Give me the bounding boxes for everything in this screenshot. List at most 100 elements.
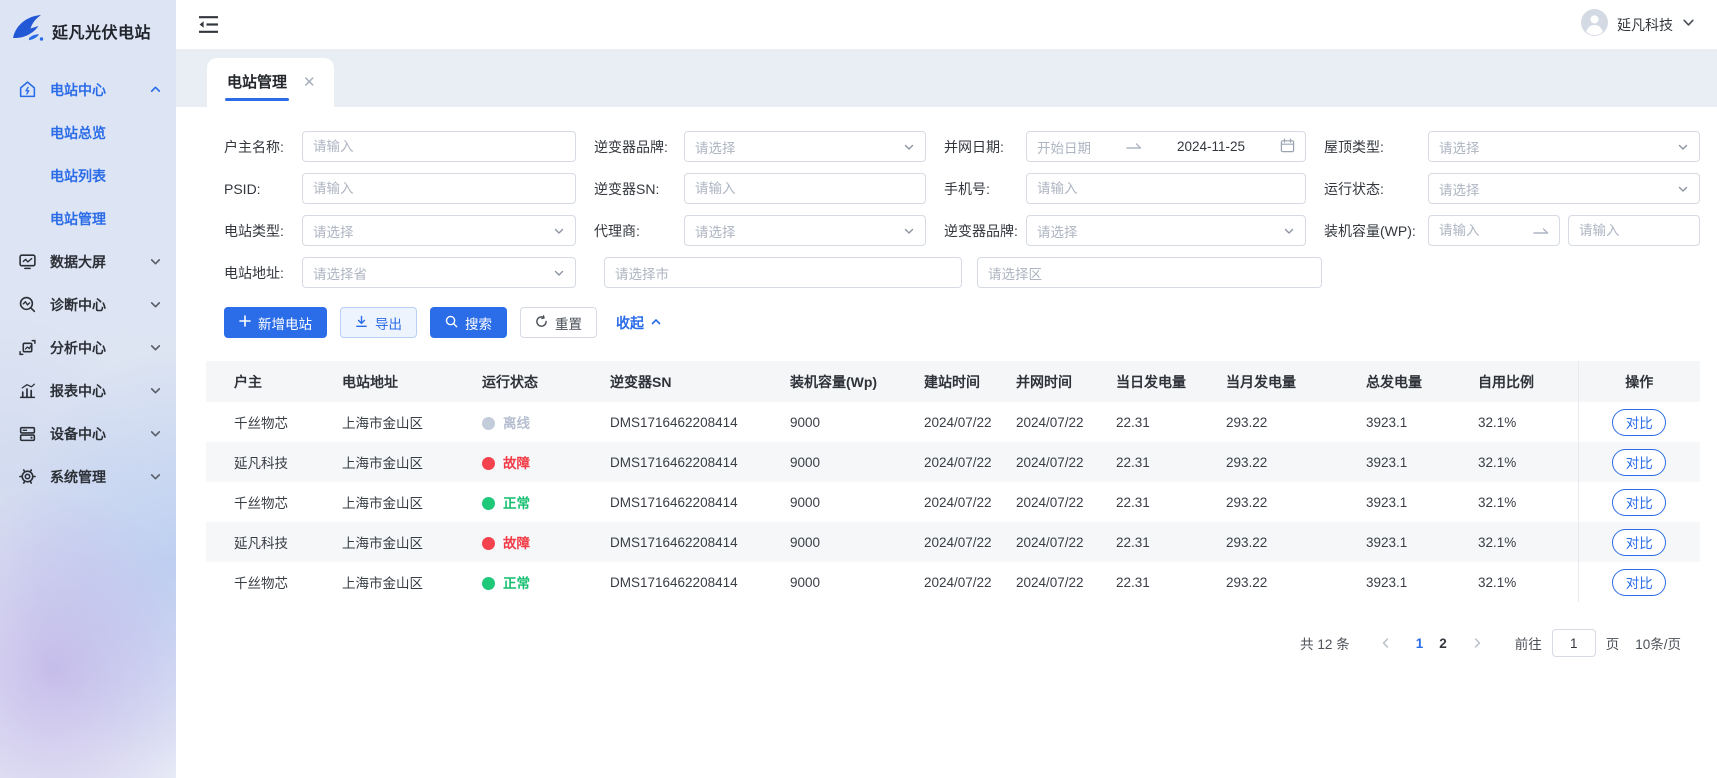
compare-button[interactable]: 对比 bbox=[1612, 569, 1666, 596]
analysis-icon bbox=[18, 338, 38, 357]
page-unit-label: 页 bbox=[1606, 633, 1620, 653]
sidebar-item-report-center[interactable]: 报表中心 bbox=[0, 369, 176, 412]
search-button[interactable]: 搜索 bbox=[430, 307, 507, 338]
inverter-brand-select[interactable]: 请选择 bbox=[684, 131, 926, 162]
user-menu[interactable]: 延凡科技 bbox=[1581, 9, 1695, 41]
cell-build_date: 2024/07/22 bbox=[916, 562, 1008, 602]
page-numbers: 12 bbox=[1408, 636, 1455, 651]
cell-sn: DMS1716462208414 bbox=[602, 442, 782, 482]
agent-select[interactable]: 请选择 bbox=[684, 215, 926, 246]
cell-sn: DMS1716462208414 bbox=[602, 482, 782, 522]
column-header: 操作 bbox=[1578, 361, 1700, 402]
cell-grid_date: 2024/07/22 bbox=[1008, 562, 1108, 602]
sidebar: 延凡光伏电站 电站中心电站总览电站列表电站管理数据大屏诊断中心分析中心报表中心设… bbox=[0, 0, 176, 778]
bar-chart-icon bbox=[18, 381, 38, 400]
page-number-1[interactable]: 1 bbox=[1408, 636, 1432, 651]
sidebar-item-analysis-center[interactable]: 分析中心 bbox=[0, 326, 176, 369]
cell-owner: 千丝物芯 bbox=[206, 482, 334, 522]
compare-button[interactable]: 对比 bbox=[1612, 489, 1666, 516]
inverter-sn-input[interactable] bbox=[695, 181, 915, 196]
page-size-select[interactable]: 10条/页 bbox=[1635, 633, 1700, 653]
column-header: 总发电量 bbox=[1358, 361, 1470, 402]
status-badge: 故障 bbox=[503, 456, 530, 471]
sidebar-subitem-电站列表[interactable]: 电站列表 bbox=[0, 154, 176, 197]
filter-label: 电站类型: bbox=[224, 221, 302, 241]
capacity-min-input[interactable] bbox=[1439, 223, 1533, 238]
tab-label: 电站管理 bbox=[227, 71, 287, 94]
filter-roof-type: 屋顶类型: 请选择 bbox=[1324, 131, 1700, 162]
table-row: 延凡科技上海市金山区故障DMS171646220841490002024/07/… bbox=[206, 442, 1700, 482]
station-type-select[interactable]: 请选择 bbox=[302, 215, 576, 246]
compare-button[interactable]: 对比 bbox=[1612, 529, 1666, 556]
sidebar-subitem-电站总览[interactable]: 电站总览 bbox=[0, 111, 176, 154]
menu-fold-icon[interactable] bbox=[198, 15, 219, 34]
column-header: 当月发电量 bbox=[1218, 361, 1358, 402]
status-badge: 故障 bbox=[503, 536, 530, 551]
collapse-filters-link[interactable]: 收起 bbox=[616, 313, 662, 333]
province-select[interactable]: 请选择省 bbox=[302, 257, 576, 288]
table-row: 千丝物芯上海市金山区离线DMS171646220841490002024/07/… bbox=[206, 402, 1700, 442]
sidebar-item-label: 设备中心 bbox=[50, 424, 106, 444]
roof-type-select[interactable]: 请选择 bbox=[1428, 131, 1700, 162]
cell-self_ratio: 32.1% bbox=[1470, 562, 1578, 602]
tab-station-management[interactable]: 电站管理 ✕ bbox=[207, 58, 334, 107]
next-page-icon[interactable] bbox=[1465, 637, 1489, 649]
status-cell: 正常 bbox=[474, 562, 602, 602]
chevron-down-icon bbox=[149, 427, 162, 440]
city-select[interactable]: 请选择市 bbox=[604, 257, 962, 288]
compare-button[interactable]: 对比 bbox=[1612, 409, 1666, 436]
tab-close-icon[interactable]: ✕ bbox=[303, 75, 316, 90]
chevron-down-icon bbox=[149, 341, 162, 354]
filter-grid-date: 并网日期: 开始日期 2024-11-25 bbox=[944, 131, 1306, 162]
table-body: 千丝物芯上海市金山区离线DMS171646220841490002024/07/… bbox=[206, 402, 1700, 602]
tab-strip: 电站管理 ✕ bbox=[176, 49, 1717, 107]
capacity-max-input[interactable] bbox=[1579, 223, 1689, 238]
sidebar-item-system-management[interactable]: 系统管理 bbox=[0, 455, 176, 498]
calendar-icon bbox=[1280, 138, 1295, 156]
cell-total_gen: 3923.1 bbox=[1358, 442, 1470, 482]
sidebar-item-station-center[interactable]: 电站中心 bbox=[0, 68, 176, 111]
add-station-button[interactable]: 新增电站 bbox=[224, 307, 327, 338]
status-dot-icon bbox=[482, 537, 495, 550]
cell-total_gen: 3923.1 bbox=[1358, 562, 1470, 602]
chevron-down-icon bbox=[903, 141, 915, 153]
plus-icon bbox=[239, 315, 251, 330]
sidebar-item-diagnosis-center[interactable]: 诊断中心 bbox=[0, 283, 176, 326]
stations-table-wrap: 户主电站地址运行状态逆变器SN装机容量(Wp)建站时间并网时间当日发电量当月发电… bbox=[206, 361, 1700, 602]
filter-label: 屋顶类型: bbox=[1324, 137, 1428, 157]
cell-month_gen: 293.22 bbox=[1218, 522, 1358, 562]
cell-address: 上海市金山区 bbox=[334, 522, 474, 562]
goto-page-input[interactable] bbox=[1552, 629, 1596, 657]
owner-name-input[interactable] bbox=[313, 139, 565, 154]
filter-agent: 代理商: 请选择 bbox=[594, 215, 926, 246]
sidebar-item-device-center[interactable]: 设备中心 bbox=[0, 412, 176, 455]
district-select[interactable]: 请选择区 bbox=[977, 257, 1322, 288]
sidebar-item-label: 诊断中心 bbox=[50, 295, 106, 315]
filter-phone: 手机号: bbox=[944, 173, 1306, 204]
psid-input[interactable] bbox=[313, 181, 565, 196]
cell-self_ratio: 32.1% bbox=[1470, 482, 1578, 522]
export-button[interactable]: 导出 bbox=[340, 307, 417, 338]
cell-capacity: 9000 bbox=[782, 562, 916, 602]
reset-button[interactable]: 重置 bbox=[520, 307, 597, 338]
grid-date-range-picker[interactable]: 开始日期 2024-11-25 bbox=[1026, 131, 1306, 162]
sidebar-nav: 电站中心电站总览电站列表电站管理数据大屏诊断中心分析中心报表中心设备中心系统管理 bbox=[0, 50, 176, 498]
cell-sn: DMS1716462208414 bbox=[602, 402, 782, 442]
download-icon bbox=[355, 315, 368, 331]
status-badge: 正常 bbox=[503, 576, 530, 591]
sidebar-item-data-screen[interactable]: 数据大屏 bbox=[0, 240, 176, 283]
page-number-2[interactable]: 2 bbox=[1431, 636, 1455, 651]
user-name: 延凡科技 bbox=[1617, 15, 1673, 35]
run-status-select[interactable]: 请选择 bbox=[1428, 173, 1700, 204]
sidebar-subitem-电站管理[interactable]: 电站管理 bbox=[0, 197, 176, 240]
inverter-brand-select-2[interactable]: 请选择 bbox=[1026, 215, 1306, 246]
status-badge: 离线 bbox=[503, 416, 530, 431]
status-cell: 离线 bbox=[474, 402, 602, 442]
chevron-down-icon bbox=[553, 225, 565, 237]
cell-month_gen: 293.22 bbox=[1218, 562, 1358, 602]
phone-input[interactable] bbox=[1037, 181, 1295, 196]
swap-right-icon bbox=[1533, 226, 1549, 236]
status-cell: 故障 bbox=[474, 442, 602, 482]
compare-button[interactable]: 对比 bbox=[1612, 449, 1666, 476]
prev-page-icon[interactable] bbox=[1374, 637, 1398, 649]
